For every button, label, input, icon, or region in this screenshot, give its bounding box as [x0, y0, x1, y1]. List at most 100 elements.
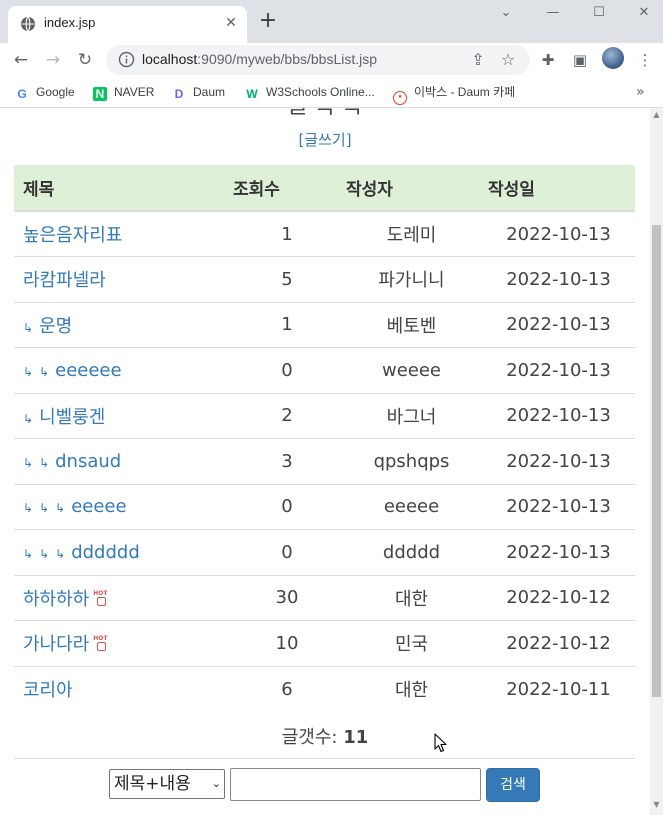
bookmark-w3schools[interactable]: W W3Schools Online...: [245, 82, 374, 102]
row-title-cell: 라캄파넬라: [14, 256, 233, 302]
row-hits-cell: 0: [233, 347, 341, 393]
write-post-link[interactable]: [글쓰기]: [298, 131, 351, 149]
post-title-link[interactable]: 라캄파넬라: [23, 270, 106, 291]
search-button[interactable]: 검색: [486, 768, 540, 802]
bookmark-daum-cafe[interactable]: ● 이박스 - Daum 카페: [393, 82, 515, 105]
row-date-cell: 2022-10-12: [482, 620, 635, 666]
table-row: ↳ ↳ eeeeee 0 weeee 2022-10-13: [14, 347, 635, 393]
table-row: ↳ ↳ dnsaud 3 qpshqps 2022-10-13: [14, 438, 635, 484]
table-row: 가나다라 HOT 10 민국 2022-10-12: [14, 620, 635, 666]
search-input[interactable]: [230, 768, 481, 801]
post-title-link[interactable]: dddddd: [71, 542, 140, 563]
reply-arrow-icon: ↳: [39, 364, 50, 379]
profile-avatar[interactable]: [602, 47, 624, 69]
page-title: 글 목 록: [0, 108, 650, 120]
row-title-cell: ↳ ↳ dnsaud: [14, 438, 233, 484]
browser-toolbar: ← → ↻ localhost:9090/myweb/bbs/bbsList.j…: [0, 43, 663, 77]
tab-title: index.jsp: [44, 15, 96, 30]
post-title-link[interactable]: 니벨룽겐: [39, 407, 105, 428]
bookmark-label: Google: [36, 85, 75, 99]
row-date-cell: 2022-10-13: [482, 347, 635, 393]
row-date-cell: 2022-10-13: [482, 438, 635, 484]
reply-arrow-icon: ↳: [23, 546, 34, 561]
table-row: 하하하하 HOT 30 대한 2022-10-12: [14, 574, 635, 621]
row-date-cell: 2022-10-13: [482, 210, 635, 257]
row-hits-cell: 0: [233, 483, 341, 530]
row-title-cell: 가나다라 HOT: [14, 620, 233, 666]
post-title-link[interactable]: eeeee: [71, 496, 126, 517]
row-writer-cell: 파가니니: [341, 256, 482, 302]
mouse-cursor-icon: [434, 733, 447, 753]
post-title-link[interactable]: eeeeee: [55, 360, 121, 381]
back-icon[interactable]: ←: [8, 47, 34, 73]
row-title-cell: ↳ ↳ ↳ eeeee: [14, 483, 233, 530]
row-date-cell: 2022-10-13: [482, 392, 635, 439]
bookmark-star-icon[interactable]: ☆: [498, 50, 518, 70]
reload-icon[interactable]: ↻: [72, 47, 98, 73]
post-title-link[interactable]: 가나다라: [23, 634, 89, 655]
row-hits-cell: 10: [233, 620, 341, 666]
post-title-link[interactable]: 운명: [39, 316, 72, 337]
row-writer-cell: 대한: [341, 665, 482, 712]
hot-badge-text: HOT: [93, 589, 108, 597]
reply-arrow-icon: ↳: [23, 501, 34, 516]
minimize-icon[interactable]: —: [541, 4, 565, 22]
header-hits: 조회수: [233, 165, 341, 212]
w3schools-icon: W: [246, 87, 258, 101]
row-writer-cell: ddddd: [341, 529, 482, 575]
post-title-link[interactable]: 코리아: [23, 680, 73, 701]
maximize-icon[interactable]: ☐: [587, 4, 611, 22]
tab-strip: index.jsp ✕ + ⌄ — ☐ ✕: [0, 0, 663, 43]
row-writer-cell: 도레미: [341, 210, 482, 257]
site-info-icon[interactable]: [118, 51, 135, 68]
forward-icon[interactable]: →: [40, 47, 66, 73]
extensions-icon[interactable]: ✚: [537, 49, 559, 71]
daum-icon: D: [174, 87, 184, 101]
globe-icon: [21, 16, 35, 32]
page-scrollbar[interactable]: ▲ ▼: [650, 108, 663, 815]
write-post-link-wrapper: [글쓰기]: [0, 129, 650, 150]
bookmark-daum[interactable]: D Daum: [172, 82, 225, 102]
bookmark-label: NAVER: [114, 85, 155, 99]
bookmark-naver[interactable]: N NAVER: [93, 82, 154, 102]
hot-badge-icon: HOT: [93, 589, 111, 607]
header-date: 작성일: [482, 165, 635, 212]
post-title-link[interactable]: 하하하하: [23, 589, 89, 610]
bookmark-google[interactable]: G Google: [15, 82, 75, 102]
reply-arrow-icon: ↳: [23, 455, 34, 470]
page-content: 글 목 록 [글쓰기] 제목 조회수 작성자 작성일 높은음자리표1도레미202…: [0, 108, 650, 815]
table-row: 라캄파넬라 5 파가니니 2022-10-13: [14, 256, 635, 302]
scroll-up-arrow-icon[interactable]: ▲: [650, 110, 663, 122]
row-title-cell: ↳ 니벨룽겐: [14, 392, 233, 439]
side-panel-icon[interactable]: ▣: [569, 49, 591, 71]
search-field-select[interactable]: 제목+내용 ⌄: [109, 769, 225, 799]
row-hits-cell: 30: [233, 574, 341, 621]
row-date-cell: 2022-10-11: [482, 665, 635, 712]
header-title: 제목: [14, 165, 233, 212]
post-count-value: 11: [343, 727, 369, 748]
tab-search-icon[interactable]: ⌄: [494, 4, 518, 22]
row-title-cell: 높은음자리표: [14, 210, 233, 257]
close-tab-icon[interactable]: ✕: [221, 13, 241, 33]
post-count-label: 글갯수:: [281, 727, 344, 748]
address-bar[interactable]: localhost:9090/myweb/bbs/bbsList.jsp ⇪ ☆: [106, 45, 530, 75]
more-bookmarks-icon[interactable]: »: [636, 82, 645, 102]
share-icon[interactable]: ⇪: [468, 50, 488, 70]
new-tab-button[interactable]: +: [256, 10, 280, 34]
daum-cafe-icon: ●: [393, 91, 407, 105]
browser-tab[interactable]: index.jsp ✕: [8, 6, 247, 43]
menu-icon[interactable]: ⋮: [634, 49, 656, 71]
close-window-icon[interactable]: ✕: [632, 4, 656, 22]
header-writer: 작성자: [341, 165, 482, 212]
hot-badge-frame: [97, 596, 107, 606]
row-date-cell: 2022-10-13: [482, 483, 635, 530]
row-writer-cell: qpshqps: [341, 438, 482, 484]
scroll-down-arrow-icon[interactable]: ▼: [650, 800, 663, 812]
table-row: ↳ 운명 1 베토벤 2022-10-13: [14, 301, 635, 348]
reply-arrow-icon: ↳: [55, 546, 66, 561]
post-title-link[interactable]: 높은음자리표: [23, 225, 122, 246]
reply-arrow-icon: ↳: [39, 546, 50, 561]
post-title-link[interactable]: dnsaud: [55, 451, 121, 472]
table-header-row: 제목 조회수 작성자 작성일: [14, 165, 635, 212]
scroll-thumb[interactable]: [652, 225, 661, 697]
